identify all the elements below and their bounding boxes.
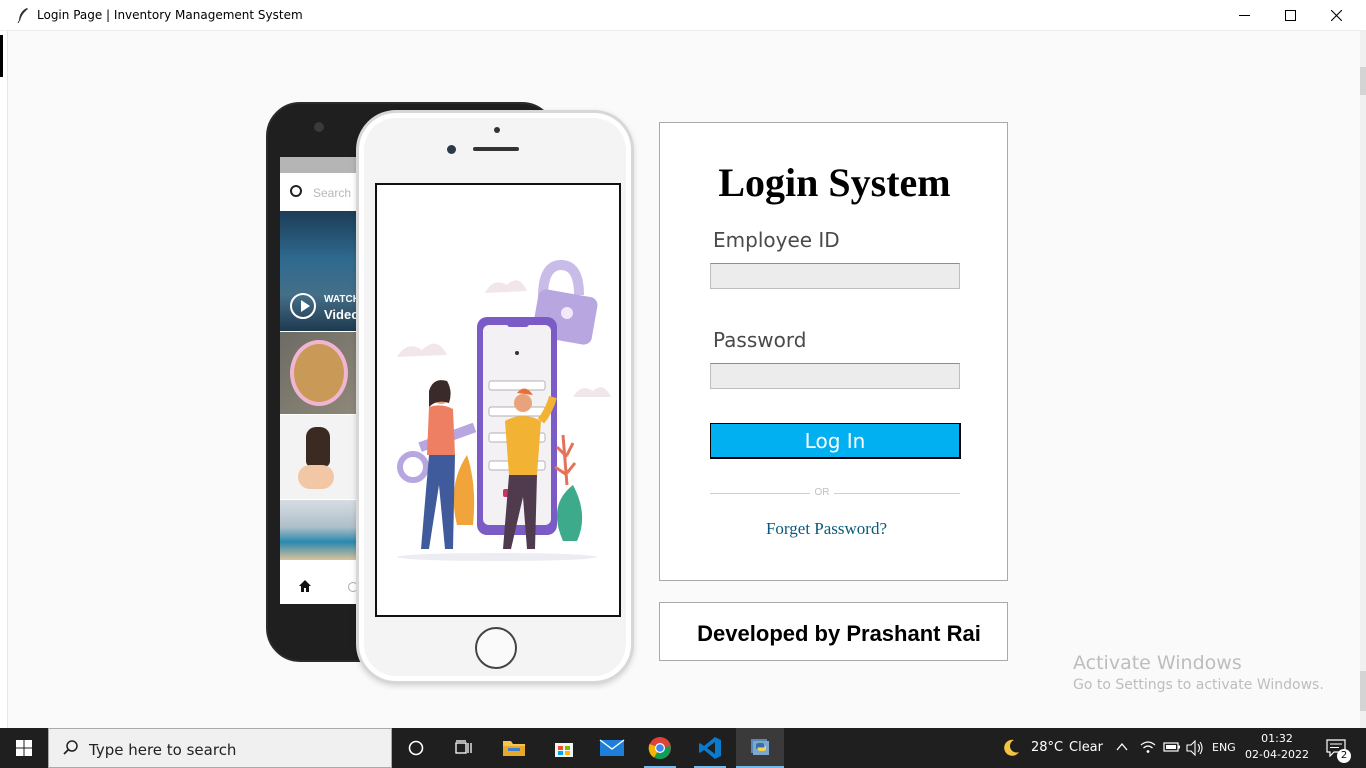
cat-photo-tile	[280, 332, 360, 414]
store-icon	[555, 743, 573, 757]
front-phone-screen	[375, 183, 621, 617]
window-titlebar: Login Page | Inventory Management System	[0, 0, 1366, 31]
mail-button[interactable]	[588, 728, 636, 768]
notification-count-badge: 2	[1337, 749, 1351, 763]
vscode-button[interactable]	[686, 728, 734, 768]
front-speaker	[473, 147, 519, 151]
taskbar: Type here to search 28°C Clear ENG 01:32…	[0, 728, 1366, 768]
weather-condition[interactable]: Clear	[1069, 740, 1103, 755]
wifi-icon[interactable]	[1140, 740, 1156, 754]
minimize-icon	[1238, 15, 1250, 16]
play-icon	[290, 293, 316, 319]
left-edge	[0, 31, 8, 728]
scrollbar-thumb[interactable]	[1360, 67, 1366, 95]
dog-photo-tile	[280, 415, 360, 499]
taskbar-search-box[interactable]: Type here to search	[48, 728, 392, 768]
windows-logo-icon	[16, 740, 32, 756]
edge-marker	[0, 35, 3, 77]
moon-weather-icon	[1004, 739, 1019, 756]
front-sensor	[494, 127, 500, 133]
developer-credit: Developed by Prashant Rai	[697, 621, 981, 646]
home-icon	[299, 580, 311, 592]
activate-windows-title: Activate Windows	[1073, 652, 1242, 674]
mail-icon	[599, 739, 625, 756]
search-icon	[290, 185, 302, 197]
search-icon	[63, 740, 78, 755]
sea-photo-tile: WATCH Video	[280, 211, 360, 331]
cortana-icon	[408, 740, 424, 756]
phone-bottom-nav	[280, 570, 360, 604]
maximize-icon	[1284, 10, 1296, 21]
chrome-button[interactable]	[636, 728, 684, 768]
maximize-button[interactable]	[1267, 0, 1313, 31]
weather-temperature[interactable]: 28°C	[1031, 740, 1063, 755]
clock-date: 02-04-2022	[1245, 748, 1309, 761]
chrome-icon	[648, 737, 671, 760]
volume-icon[interactable]	[1186, 740, 1204, 756]
language-indicator[interactable]: ENG	[1212, 741, 1236, 754]
scrollbar[interactable]	[1360, 31, 1366, 728]
video-label: Video	[324, 307, 360, 322]
status-band	[280, 157, 360, 173]
window-title: Login Page | Inventory Management System	[37, 8, 303, 22]
cat-image	[290, 340, 348, 406]
python-app-button[interactable]	[736, 728, 784, 768]
folder-icon	[503, 741, 525, 756]
front-phone	[356, 110, 634, 684]
password-input[interactable]	[710, 363, 960, 389]
developer-panel: Developed by Prashant Rai	[659, 602, 1008, 661]
task-view-button[interactable]	[440, 728, 488, 768]
store-button[interactable]	[540, 728, 588, 768]
close-button[interactable]	[1313, 0, 1359, 31]
start-button[interactable]	[0, 728, 48, 768]
python-icon	[751, 739, 769, 755]
cortana-button[interactable]	[392, 728, 440, 768]
task-view-icon	[455, 740, 472, 754]
front-camera	[447, 145, 456, 154]
hand-image	[298, 465, 334, 489]
clock-time: 01:32	[1261, 732, 1293, 745]
chevron-up-icon[interactable]	[1116, 742, 1128, 752]
taskbar-clock[interactable]: 01:32 02-04-2022	[1244, 731, 1310, 763]
employee-id-label: Employee ID	[713, 228, 840, 252]
close-icon	[1330, 10, 1342, 21]
login-heading: Login System	[718, 160, 951, 205]
feather-icon	[17, 8, 28, 23]
login-panel: Login System Employee ID Password Log In…	[659, 122, 1008, 581]
phones-illustration: Search WATCH Video	[262, 100, 642, 690]
or-divider	[710, 493, 960, 494]
login-button[interactable]: Log In	[710, 423, 961, 459]
taskbar-search-placeholder: Type here to search	[89, 741, 237, 759]
beach-photo-tile	[280, 500, 360, 560]
vscode-icon	[699, 737, 721, 759]
minimize-button[interactable]	[1221, 0, 1267, 31]
employee-id-input[interactable]	[710, 263, 960, 289]
back-phone-camera	[314, 122, 324, 132]
password-label: Password	[713, 328, 807, 352]
dog-image	[306, 427, 330, 467]
create-account-illustration	[397, 259, 611, 561]
notification-center-button[interactable]: 2	[1318, 728, 1366, 768]
watch-label: WATCH	[324, 294, 360, 305]
file-explorer-button[interactable]	[490, 728, 538, 768]
forget-password-link[interactable]: Forget Password?	[660, 519, 993, 539]
phone-search-row: Search	[280, 173, 360, 211]
or-text: OR	[810, 487, 834, 498]
phone-search-placeholder: Search	[313, 186, 352, 200]
battery-icon[interactable]	[1163, 741, 1181, 753]
home-button-graphic	[475, 627, 517, 669]
activate-windows-subtitle: Go to Settings to activate Windows.	[1073, 677, 1324, 693]
back-phone-screen: Search WATCH Video	[280, 157, 360, 604]
scrollbar-thumb-lower[interactable]	[1360, 671, 1366, 711]
